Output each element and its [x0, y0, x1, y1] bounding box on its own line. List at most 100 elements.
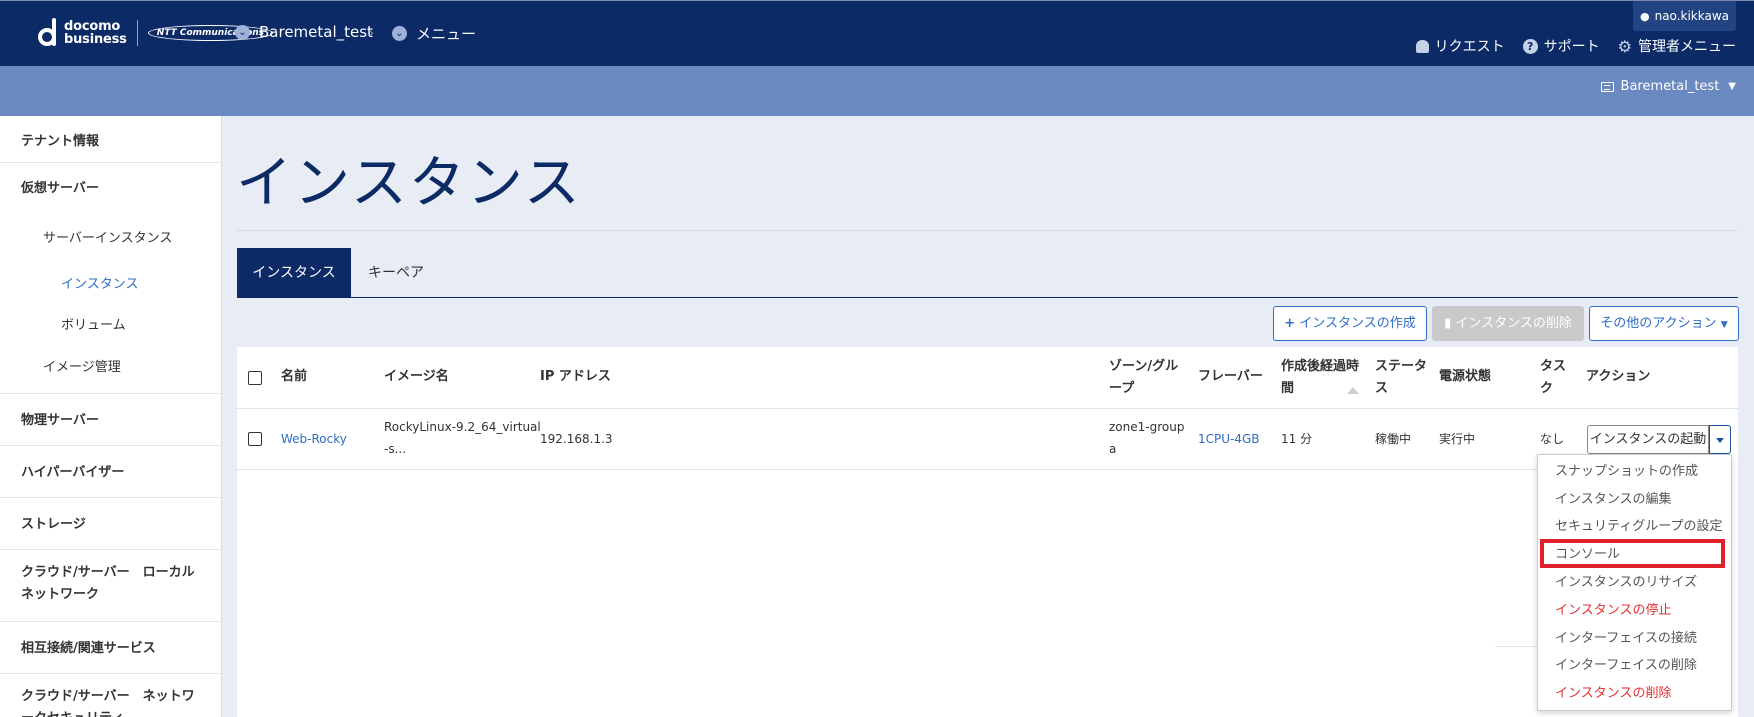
sidebar-item-server-instance[interactable]: サーバーインスタンス [0, 227, 221, 246]
sidebar-item-local-network[interactable]: クラウド/サーバー ローカルネットワーク [0, 550, 221, 622]
column-header-action: アクション [1586, 369, 1651, 384]
sidebar-item-label: テナント情報 [21, 134, 100, 149]
sidebar-item-network-security[interactable]: クラウド/サーバー ネットワークセキュリティ [0, 674, 221, 717]
top-header: docomo business NTT Communications ⌄ Bar… [0, 0, 1754, 66]
user-name: nao.kikkawa [1654, 9, 1729, 23]
instance-name-link[interactable]: Web-Rocky [281, 428, 347, 450]
menu-item-detach-interface[interactable]: インターフェイスの削除 [1555, 656, 1697, 676]
other-actions-button[interactable]: その他のアクション ▼ [1589, 306, 1739, 341]
menu-item-resize-instance[interactable]: インスタンスのリサイズ [1555, 573, 1697, 593]
sidebar-item-volumes[interactable]: ボリューム [0, 314, 221, 333]
menu-item-security-groups[interactable]: セキュリティグループの設定 [1555, 517, 1722, 537]
sidebar-item-image-management[interactable]: イメージ管理 [0, 356, 221, 394]
column-header-ip[interactable]: IP アドレス [540, 366, 611, 388]
chevron-down-circle-icon: ⌄ [235, 24, 250, 40]
instance-age: 11 分 [1281, 432, 1313, 446]
breadcrumb-separator-icon: › [368, 23, 375, 42]
action-dropdown-toggle[interactable] [1709, 425, 1731, 454]
admin-menu-label: 管理者メニュー [1638, 39, 1736, 55]
help-icon: ? [1522, 38, 1538, 54]
tab-instances[interactable]: インスタンス [237, 248, 351, 298]
sidebar-item-hypervisor[interactable]: ハイパーバイザー [0, 446, 221, 498]
create-instance-label: インスタンスの作成 [1299, 316, 1416, 331]
menu-item-create-snapshot[interactable]: スナップショットの作成 [1555, 462, 1698, 482]
column-header-power[interactable]: 電源状態 [1439, 366, 1491, 388]
sidebar-item-instances[interactable]: インスタンス [0, 273, 221, 292]
instances-table [237, 347, 1738, 717]
user-menu[interactable]: ● nao.kikkawa [1633, 1, 1736, 31]
tenant-selector[interactable]: Baremetal_test ▼ [1600, 79, 1736, 94]
sidebar-item-virtual-server[interactable]: 仮想サーバー [0, 177, 221, 196]
header-divider [237, 408, 1738, 409]
admin-menu-link[interactable]: ⚙ 管理者メニュー [1618, 36, 1736, 56]
column-header-status[interactable]: ステータ ス [1375, 356, 1427, 400]
bell-icon [1415, 39, 1429, 53]
sidebar-item-label: 仮想サーバー [21, 181, 99, 196]
request-link[interactable]: リクエスト [1415, 36, 1505, 56]
breadcrumb-menu-label: メニュー [416, 25, 477, 43]
support-label: サポート [1543, 39, 1600, 55]
tab-divider [237, 297, 1738, 298]
sidebar-item-label: インスタンス [61, 277, 139, 292]
delete-instance-label: インスタンスの削除 [1455, 316, 1572, 331]
sidebar-item-label: クラウド/サーバー ネットワークセキュリティ [21, 689, 195, 717]
tab-keypairs[interactable]: キーペア [351, 248, 441, 298]
breadcrumb-menu[interactable]: ⌄ メニュー [392, 23, 476, 44]
support-link[interactable]: ? サポート [1522, 36, 1600, 56]
user-icon: ● [1639, 10, 1650, 23]
instance-ip: 192.168.1.3 [540, 432, 613, 446]
menu-item-delete-instance[interactable]: インスタンスの削除 [1555, 684, 1671, 704]
sidebar-item-interconnect[interactable]: 相互接続/関連サービス [0, 622, 221, 674]
start-instance-button[interactable]: インスタンスの起動 [1587, 425, 1709, 454]
sidebar-item-label: イメージ管理 [43, 360, 121, 375]
sidebar-item-physical-server[interactable]: 物理サーバー [0, 394, 221, 446]
request-label: リクエスト [1434, 39, 1505, 55]
sidebar: テナント情報 仮想サーバー サーバーインスタンス インスタンス ボリューム イメ… [0, 116, 222, 717]
sidebar-item-label: 物理サーバー [21, 413, 99, 428]
chevron-down-circle-icon: ⌄ [392, 26, 407, 41]
logo-line2: business [64, 32, 127, 47]
other-actions-label: その他のアクション [1600, 316, 1717, 331]
column-header-image[interactable]: イメージ名 [384, 366, 449, 388]
instance-action-menu: スナップショットの作成 インスタンスの編集 セキュリティグループの設定 コンソー… [1537, 454, 1732, 711]
instance-flavor-link[interactable]: 1CPU-4GB [1198, 428, 1260, 450]
sidebar-item-tenant-info[interactable]: テナント情報 [0, 116, 221, 163]
caret-down-icon: ▼ [1728, 81, 1736, 92]
sidebar-item-label: クラウド/サーバー ローカルネットワーク [21, 565, 195, 602]
table-divider [1495, 646, 1537, 647]
menu-item-stop-instance[interactable]: インスタンスの停止 [1555, 601, 1671, 621]
row-divider [237, 469, 1537, 470]
instance-task: なし [1540, 432, 1565, 446]
delete-instance-button[interactable]: ▮ インスタンスの削除 [1432, 306, 1584, 341]
sort-ascending-icon[interactable] [1347, 387, 1359, 394]
breadcrumb-tenant[interactable]: ⌄ Baremetal_test [235, 23, 373, 41]
sidebar-item-label: ハイパーバイザー [21, 465, 125, 480]
tenant-bar: Baremetal_test ▼ [0, 66, 1754, 116]
column-header-task[interactable]: タス ク [1540, 356, 1566, 400]
menu-item-edit-instance[interactable]: インスタンスの編集 [1555, 490, 1671, 510]
sidebar-item-label: サーバーインスタンス [43, 231, 173, 246]
sidebar-item-label: ストレージ [21, 517, 86, 532]
instance-power-state: 実行中 [1439, 432, 1476, 446]
select-all-checkbox[interactable] [248, 371, 262, 385]
instance-status: 稼働中 [1375, 432, 1412, 446]
breadcrumb-tenant-label: Baremetal_test [259, 23, 373, 41]
console-highlight-box [1540, 539, 1725, 568]
tenant-list-icon [1600, 81, 1614, 92]
sidebar-item-label: 相互接続/関連サービス [21, 641, 156, 656]
menu-item-attach-interface[interactable]: インターフェイスの接続 [1555, 629, 1697, 649]
sidebar-item-label: ボリューム [61, 318, 126, 333]
create-instance-button[interactable]: + インスタンスの作成 [1273, 306, 1427, 341]
instance-image: RockyLinux-9.2_64_virtual -s... [384, 420, 541, 456]
gear-icon: ⚙ [1617, 36, 1632, 56]
page-title: インスタンス [236, 151, 582, 216]
column-header-zone[interactable]: ゾーン/グル ープ [1109, 356, 1178, 400]
trash-icon: ▮ [1444, 316, 1452, 331]
column-header-flavor[interactable]: フレーバー [1198, 366, 1263, 388]
row-checkbox[interactable] [248, 432, 262, 446]
logo-divider [136, 20, 138, 46]
top-links: リクエスト ? サポート ⚙ 管理者メニュー [1415, 36, 1736, 56]
sidebar-item-storage[interactable]: ストレージ [0, 498, 221, 550]
tenant-selector-label: Baremetal_test [1620, 79, 1720, 94]
column-header-name[interactable]: 名前 [281, 366, 307, 388]
